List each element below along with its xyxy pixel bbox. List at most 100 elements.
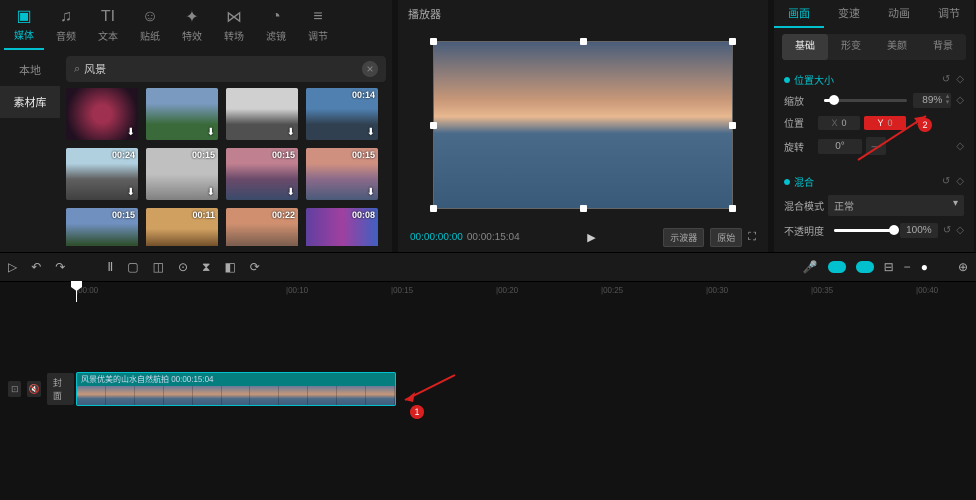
delete-icon[interactable]: ▢ [127, 260, 138, 274]
align-icon[interactable]: ⊟ [884, 260, 894, 274]
resize-handle[interactable] [729, 205, 736, 212]
timeline-ruler[interactable]: |00:00 |00:10 |00:15 |00:20 |00:25 |00:3… [76, 282, 976, 302]
speed-icon[interactable]: ⊙ [178, 260, 188, 274]
annotation-badge-1: 1 [410, 405, 424, 419]
prop-tab-animation[interactable]: 动画 [874, 0, 924, 28]
video-clip[interactable]: 风景优美的山水自然航拍 00:00:15:04 [76, 372, 396, 406]
rotate-value[interactable]: 0° [818, 139, 862, 154]
toggle-1[interactable] [828, 261, 846, 273]
resize-handle[interactable] [729, 122, 736, 129]
scale-value[interactable]: 89%▴▾ [913, 93, 951, 108]
resize-handle[interactable] [430, 122, 437, 129]
crop-icon[interactable]: ◫ [153, 260, 164, 274]
scope-button[interactable]: 示波器 [663, 228, 704, 247]
play-button[interactable]: ▶ [587, 231, 595, 244]
media-thumb[interactable]: 00:14⬇ [306, 88, 378, 140]
tab-adjust[interactable]: ≡调节 [298, 0, 338, 50]
download-icon[interactable]: ⬇ [287, 127, 295, 138]
keyframe-icon[interactable]: ◇ [956, 95, 964, 106]
prop-tab-adjust[interactable]: 调节 [924, 0, 974, 28]
download-icon[interactable]: ⬇ [207, 127, 215, 138]
zoom-in-icon[interactable]: ● [921, 260, 928, 274]
media-thumb[interactable]: 00:15⬇ [66, 208, 138, 246]
redo-icon[interactable]: ↷ [55, 260, 65, 274]
reset-icon[interactable]: ↺ [943, 225, 951, 236]
download-icon[interactable]: ⬇ [127, 127, 135, 138]
tab-filter[interactable]: ◔滤镜 [256, 0, 296, 50]
position-y-input[interactable]: Y0 [864, 116, 906, 130]
prop-tab-picture[interactable]: 画面 [774, 0, 824, 28]
media-thumb[interactable]: 00:15⬇ [226, 148, 298, 200]
media-thumb[interactable]: ⬇ [66, 88, 138, 140]
subtab-beauty[interactable]: 美颜 [874, 34, 920, 60]
blend-mode-select[interactable]: 正常▾ [828, 195, 964, 216]
rotate-reset-icon[interactable]: — [866, 137, 886, 155]
split-icon[interactable]: Ⅱ [107, 260, 113, 274]
reset-icon[interactable]: ↺ [942, 74, 950, 85]
subtab-basic[interactable]: 基础 [782, 34, 828, 60]
pointer-tool-icon[interactable]: ▷ [8, 260, 17, 274]
resize-handle[interactable] [580, 38, 587, 45]
opacity-value[interactable]: 100% [900, 223, 938, 238]
original-button[interactable]: 原始 [710, 228, 742, 247]
audio-icon: ♫ [60, 8, 72, 26]
keyframe-icon[interactable]: ◇ [956, 225, 964, 236]
media-thumb[interactable]: 00:15⬇ [306, 148, 378, 200]
resize-handle[interactable] [729, 38, 736, 45]
keyframe-icon[interactable]: ◇ [956, 74, 964, 85]
subtab-deform[interactable]: 形变 [828, 34, 874, 60]
tab-transition[interactable]: ⋈转场 [214, 0, 254, 50]
preview-controls: 00:00:00:00 00:00:15:04 ▶ 示波器 原始 ⛶ [398, 222, 768, 252]
clip-frames [77, 386, 395, 406]
side-tab-local[interactable]: 本地 [0, 54, 60, 86]
opacity-slider[interactable] [834, 229, 894, 232]
position-x-input[interactable]: X0 [818, 116, 860, 130]
rotate-icon[interactable]: ⟳ [250, 260, 260, 274]
search-bar: ⌕ × [66, 56, 386, 82]
playhead[interactable] [76, 282, 77, 302]
media-thumb[interactable]: 00:22⬇ [226, 208, 298, 246]
side-tab-library[interactable]: 素材库 [0, 86, 60, 118]
tab-media[interactable]: ▣媒体 [4, 0, 44, 50]
subtab-bg[interactable]: 背景 [920, 34, 966, 60]
media-thumb[interactable]: 00:15⬇ [146, 148, 218, 200]
zoom-out-icon[interactable]: − [904, 260, 911, 274]
prop-tab-speed[interactable]: 变速 [824, 0, 874, 28]
scale-slider[interactable] [824, 99, 907, 102]
media-thumb[interactable]: 00:11⬇ [146, 208, 218, 246]
resize-handle[interactable] [580, 205, 587, 212]
resize-handle[interactable] [430, 205, 437, 212]
media-thumb[interactable]: ⬇ [146, 88, 218, 140]
preview-area[interactable] [398, 28, 768, 222]
track-mute-icon[interactable]: 🔇 [27, 381, 40, 397]
tab-audio[interactable]: ♫音频 [46, 0, 86, 50]
fullscreen-icon[interactable]: ⛶ [748, 231, 756, 244]
search-clear-icon[interactable]: × [362, 61, 378, 77]
download-icon[interactable]: ⬇ [367, 127, 375, 138]
search-input[interactable] [84, 63, 362, 75]
cover-button[interactable]: 封面 [47, 373, 74, 405]
toggle-2[interactable] [856, 261, 874, 273]
media-thumb[interactable]: ⬇ [226, 88, 298, 140]
tab-effect[interactable]: ✦特效 [172, 0, 212, 50]
zoom-fit-icon[interactable]: ⊕ [958, 260, 968, 274]
tab-text[interactable]: TI文本 [88, 0, 128, 50]
effect-icon: ✦ [185, 8, 198, 26]
tab-sticker[interactable]: ☺贴纸 [130, 0, 170, 50]
download-icon[interactable]: ⬇ [367, 187, 375, 198]
download-icon[interactable]: ⬇ [127, 187, 135, 198]
reset-icon[interactable]: ↺ [942, 176, 950, 187]
mic-icon[interactable]: 🎤 [803, 260, 818, 274]
preview-frame[interactable] [433, 41, 733, 209]
undo-icon[interactable]: ↶ [31, 260, 41, 274]
reverse-icon[interactable]: ⧗ [202, 260, 210, 275]
download-icon[interactable]: ⬇ [207, 187, 215, 198]
resize-handle[interactable] [430, 38, 437, 45]
track-lock-icon[interactable]: ⊡ [8, 381, 21, 397]
mirror-icon[interactable]: ◧ [224, 260, 235, 274]
keyframe-icon[interactable]: ◇ [956, 176, 964, 187]
download-icon[interactable]: ⬇ [287, 187, 295, 198]
media-thumb[interactable]: 00:24⬇ [66, 148, 138, 200]
media-thumb[interactable]: 00:08⬇ [306, 208, 378, 246]
keyframe-icon[interactable]: ◇ [956, 141, 964, 152]
